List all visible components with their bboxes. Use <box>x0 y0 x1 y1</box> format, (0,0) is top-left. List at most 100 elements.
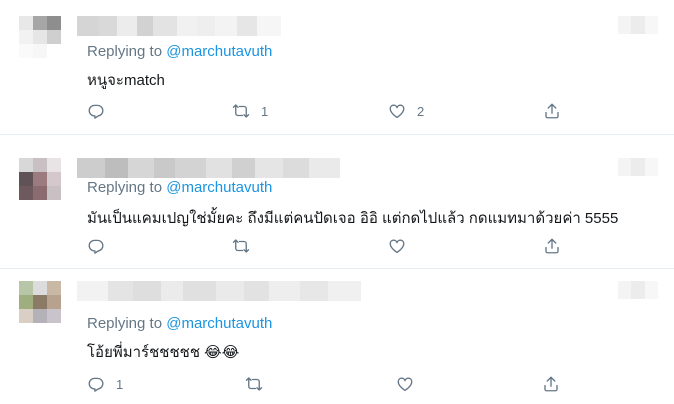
retweet-button[interactable] <box>232 235 250 257</box>
name-pixel <box>153 16 177 36</box>
avatar-pixel <box>33 158 47 172</box>
name-pixel <box>206 158 232 178</box>
avatar-pixel <box>19 309 33 323</box>
reply-icon <box>88 377 104 392</box>
name-pixel <box>255 158 283 178</box>
retweet-icon <box>245 377 263 391</box>
blurred-author-name <box>77 158 340 178</box>
caret-pixel <box>631 158 645 176</box>
retweet-button[interactable] <box>245 373 263 395</box>
share-button[interactable] <box>543 235 561 257</box>
blurred-author-name <box>77 281 361 301</box>
name-pixel <box>77 16 99 36</box>
replying-to: Replying to @marchutavuth <box>87 43 272 60</box>
avatar-pixel <box>33 44 47 58</box>
like-icon <box>397 377 413 392</box>
avatar-pixel <box>33 309 47 323</box>
avatar-pixel <box>33 281 47 295</box>
tweet-text: โอ้ยพี่มาร์ชชชชช 😂😂 <box>87 344 240 361</box>
share-icon <box>544 376 558 392</box>
blurred-author-name <box>77 16 281 36</box>
name-pixel <box>77 281 108 301</box>
name-pixel <box>197 16 215 36</box>
name-pixel <box>183 281 216 301</box>
avatar-pixel <box>47 309 61 323</box>
blurred-caret <box>618 158 658 176</box>
like-button[interactable]: 2 <box>388 100 424 122</box>
avatar-pixel <box>19 172 33 186</box>
avatar-pixel <box>47 172 61 186</box>
avatar-pixel <box>47 44 61 58</box>
caret-pixel <box>618 16 632 34</box>
name-pixel <box>232 158 255 178</box>
caret-pixel <box>618 281 632 299</box>
retweet-count: 1 <box>261 103 269 119</box>
name-pixel <box>177 16 197 36</box>
reply-handle-link[interactable]: @marchutavuth <box>166 179 272 196</box>
reply-button[interactable] <box>87 235 105 257</box>
reply-icon <box>88 239 104 254</box>
name-pixel <box>257 16 281 36</box>
tweet-text: หนูจะmatch <box>87 72 165 89</box>
avatar[interactable] <box>19 158 61 200</box>
avatar-pixel <box>33 30 47 44</box>
like-button[interactable] <box>388 235 406 257</box>
avatar-pixel <box>47 186 61 200</box>
tweet-actions <box>87 235 567 257</box>
reply-handle-link[interactable]: @marchutavuth <box>166 43 272 60</box>
name-pixel <box>269 281 300 301</box>
name-pixel <box>300 281 328 301</box>
avatar-pixel <box>33 295 47 309</box>
name-pixel <box>216 281 244 301</box>
avatar-pixel <box>19 186 33 200</box>
avatar-pixel <box>47 281 61 295</box>
avatar-pixel <box>19 158 33 172</box>
caret-pixel <box>644 16 658 34</box>
name-pixel <box>237 16 257 36</box>
blurred-caret <box>618 281 658 299</box>
avatar-pixel <box>19 281 33 295</box>
avatar-pixel <box>33 186 47 200</box>
avatar-pixel <box>19 295 33 309</box>
share-button[interactable] <box>542 373 560 395</box>
name-pixel <box>215 16 237 36</box>
caret-pixel <box>631 281 645 299</box>
name-pixel <box>133 281 161 301</box>
reply-button[interactable]: 1 <box>87 373 123 395</box>
name-pixel <box>161 281 183 301</box>
tweet-actions: 1 <box>87 373 567 395</box>
like-icon <box>389 239 405 254</box>
avatar[interactable] <box>19 281 61 323</box>
name-pixel <box>105 158 128 178</box>
name-pixel <box>309 158 340 178</box>
caret-pixel <box>644 158 658 176</box>
avatar-pixel <box>47 16 61 30</box>
share-icon <box>545 238 559 254</box>
name-pixel <box>77 158 105 178</box>
tweet-1[interactable]: Replying to @marchutavuth หนูจะmatch 1 2 <box>0 0 674 128</box>
name-pixel <box>117 16 137 36</box>
replying-to: Replying to @marchutavuth <box>87 315 272 332</box>
avatar-pixel <box>33 172 47 186</box>
avatar[interactable] <box>19 16 61 58</box>
like-count: 2 <box>417 103 425 119</box>
retweet-button[interactable]: 1 <box>232 100 268 122</box>
name-pixel <box>128 158 154 178</box>
replying-prefix: Replying to <box>87 179 163 196</box>
reply-handle-link[interactable]: @marchutavuth <box>166 315 272 332</box>
tweet-actions: 1 2 <box>87 100 567 122</box>
avatar-pixel <box>47 295 61 309</box>
like-button[interactable] <box>396 373 414 395</box>
name-pixel <box>244 281 269 301</box>
share-icon <box>545 103 559 119</box>
reply-count: 1 <box>116 376 124 392</box>
avatar-pixel <box>47 30 61 44</box>
name-pixel <box>108 281 133 301</box>
tweet-3[interactable]: Replying to @marchutavuth โอ้ยพี่มาร์ชชช… <box>0 269 674 404</box>
like-icon <box>389 104 405 119</box>
tweet-2[interactable]: Replying to @marchutavuth มันเป็นแคมเปญใ… <box>0 135 674 263</box>
avatar-pixel <box>33 16 47 30</box>
reply-button[interactable] <box>87 100 105 122</box>
share-button[interactable] <box>543 100 561 122</box>
name-pixel <box>328 281 361 301</box>
